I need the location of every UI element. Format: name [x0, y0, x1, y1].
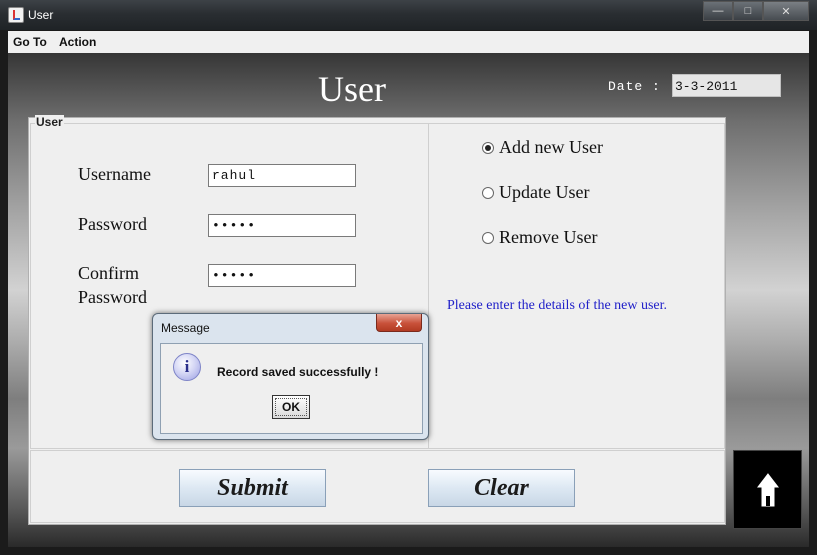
- message-dialog: Message x i Record saved successfully ! …: [152, 313, 429, 440]
- close-button[interactable]: ✕: [763, 1, 809, 21]
- home-icon: [756, 472, 779, 506]
- options-section: [429, 123, 725, 449]
- window-controls: — □ ✕: [703, 1, 809, 21]
- page-title: User: [318, 69, 386, 109]
- date-field: 3-3-2011: [672, 74, 781, 97]
- maximize-icon: □: [744, 5, 752, 17]
- radio-remove-user[interactable]: Remove User: [482, 227, 597, 248]
- radio-label-add: Add new User: [499, 137, 603, 157]
- close-icon: x: [395, 315, 403, 330]
- clear-button[interactable]: Clear: [428, 469, 575, 507]
- dialog-message: Record saved successfully !: [217, 365, 379, 379]
- window-title: User: [28, 8, 54, 22]
- maximize-button[interactable]: □: [733, 1, 763, 21]
- radio-unchecked-icon: [482, 231, 494, 244]
- menu-bar: Go To Action: [8, 31, 809, 54]
- instruction-text: Please enter the details of the new user…: [447, 298, 668, 313]
- submit-button[interactable]: Submit: [179, 469, 326, 507]
- confirm-password-field[interactable]: •••••: [208, 264, 356, 287]
- username-field[interactable]: rahul: [208, 164, 356, 187]
- confirm-password-label-line2: Password: [78, 287, 148, 307]
- username-label: Username: [78, 164, 151, 184]
- date-label: Date :: [608, 79, 661, 94]
- menu-action[interactable]: Action: [59, 35, 96, 49]
- radio-checked-icon: [482, 141, 494, 154]
- confirm-password-label-line1: Confirm: [78, 263, 139, 283]
- minimize-button[interactable]: —: [703, 1, 733, 21]
- radio-label-update: Update User: [499, 182, 590, 202]
- button-section: [30, 450, 725, 523]
- close-icon: ✕: [781, 5, 791, 18]
- password-field[interactable]: •••••: [208, 214, 356, 237]
- radio-label-remove: Remove User: [499, 227, 598, 247]
- radio-unchecked-icon: [482, 186, 494, 199]
- menu-go-to[interactable]: Go To: [13, 35, 47, 49]
- password-label: Password: [78, 214, 148, 234]
- panel-legend: User: [35, 115, 64, 129]
- radio-update-user[interactable]: Update User: [482, 182, 589, 203]
- window-titlebar: User — □ ✕: [0, 0, 817, 30]
- home-button[interactable]: [733, 450, 802, 529]
- dialog-body: i Record saved successfully ! OK: [160, 343, 423, 434]
- dialog-close-button[interactable]: x: [376, 314, 422, 332]
- info-icon: i: [173, 353, 201, 381]
- ok-button[interactable]: OK: [272, 395, 310, 419]
- java-app-icon: [8, 7, 24, 23]
- radio-add-new-user[interactable]: Add new User: [482, 137, 603, 158]
- minimize-icon: —: [712, 5, 724, 17]
- dialog-title: Message: [161, 321, 210, 335]
